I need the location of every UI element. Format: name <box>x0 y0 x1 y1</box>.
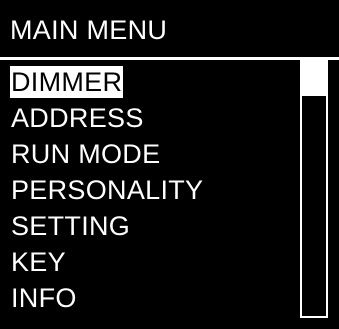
menu-item-label: DIMMER <box>10 66 124 98</box>
title-divider <box>0 57 339 60</box>
menu-item-key[interactable]: KEY <box>10 244 204 280</box>
menu-title: MAIN MENU <box>10 15 168 45</box>
menu-item-address[interactable]: ADDRESS <box>10 100 204 136</box>
menu-item-dimmer[interactable]: DIMMER <box>10 64 204 100</box>
menu-scrollbar[interactable] <box>300 60 328 318</box>
menu-item-label: SETTING <box>11 211 131 241</box>
menu-item-info[interactable]: INFO <box>10 280 204 316</box>
menu-item-label: RUN MODE <box>11 139 161 169</box>
menu-item-label: PERSONALITY <box>11 175 204 205</box>
menu-item-setting[interactable]: SETTING <box>10 208 204 244</box>
menu-item-label: ADDRESS <box>11 103 144 133</box>
lcd-screen: MAIN MENU DIMMER ADDRESS RUN MODE PERSON… <box>0 0 339 329</box>
menu-item-label: KEY <box>11 247 66 277</box>
menu-item-run-mode[interactable]: RUN MODE <box>10 136 204 172</box>
menu-item-label: INFO <box>11 283 77 313</box>
menu-list: DIMMER ADDRESS RUN MODE PERSONALITY SETT… <box>10 64 204 316</box>
menu-item-personality[interactable]: PERSONALITY <box>10 172 204 208</box>
scrollbar-thumb[interactable] <box>302 60 326 96</box>
